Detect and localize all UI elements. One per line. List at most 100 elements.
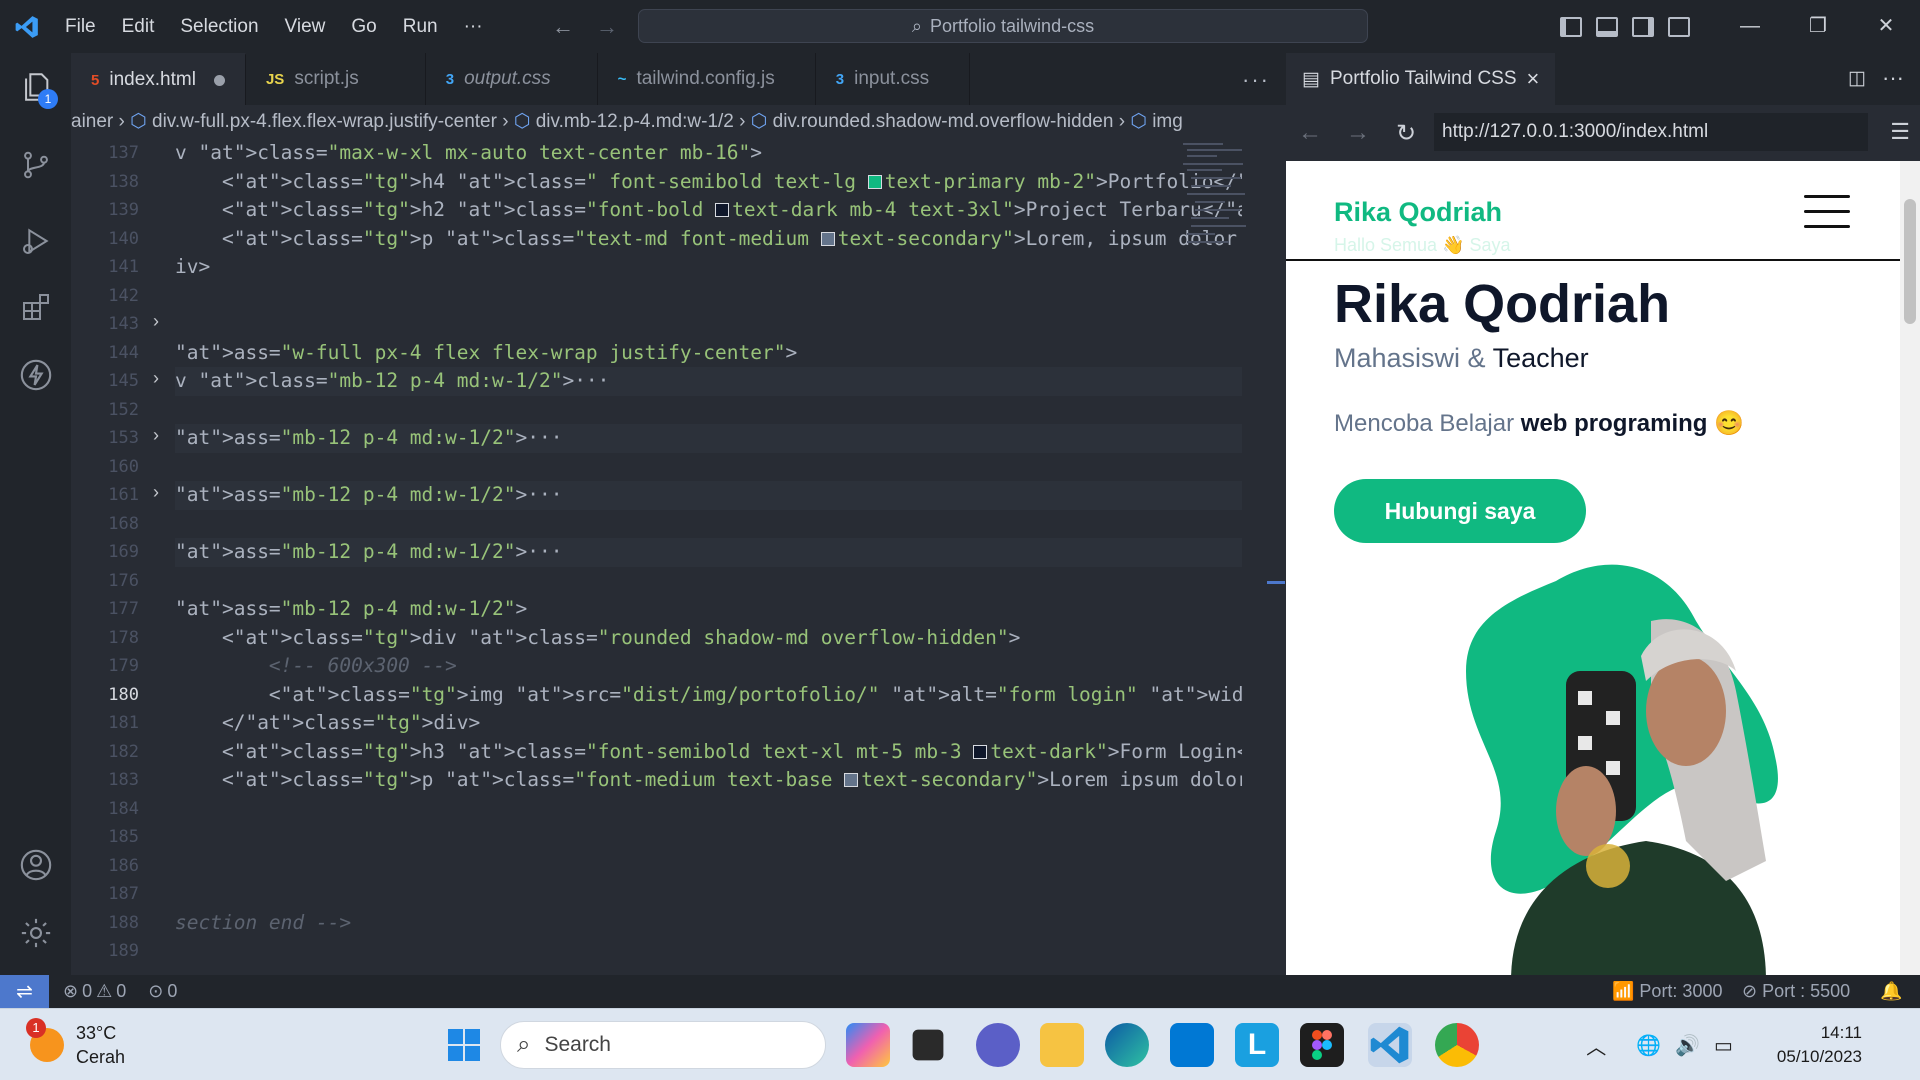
errors-count[interactable]: 0 bbox=[82, 981, 92, 1002]
code-line[interactable]: "at">ass="mb-12 p-4 md:w-1/2">··· bbox=[175, 424, 1242, 453]
windows-start-icon[interactable] bbox=[442, 1023, 486, 1067]
code-line[interactable] bbox=[175, 567, 1242, 596]
code-line[interactable] bbox=[175, 282, 1242, 311]
command-center[interactable]: ⌕ Portfolio tailwind-css bbox=[638, 9, 1368, 43]
ports-count[interactable]: 0 bbox=[167, 981, 177, 1002]
weather-widget[interactable]: 1 33°C Cerah bbox=[26, 1018, 125, 1069]
file-explorer-icon[interactable] bbox=[1040, 1023, 1084, 1067]
menu-run[interactable]: Run bbox=[390, 0, 451, 53]
code-line[interactable] bbox=[175, 852, 1242, 881]
code-line[interactable]: "at">ass="w-full px-4 flex flex-wrap jus… bbox=[175, 339, 1242, 368]
remote-indicator-icon[interactable]: ⇌ bbox=[0, 975, 49, 1008]
ports-icon[interactable]: ⊙ bbox=[148, 981, 163, 1002]
tab-tailwind-config[interactable]: ~ tailwind.config.js bbox=[598, 53, 816, 105]
toggle-panel-icon[interactable] bbox=[1596, 16, 1618, 37]
chevron-up-icon[interactable]: ︿ bbox=[1586, 1031, 1606, 1060]
code-line[interactable] bbox=[175, 510, 1242, 539]
l-app-icon[interactable]: L bbox=[1235, 1023, 1279, 1067]
run-debug-icon[interactable] bbox=[16, 221, 56, 261]
forward-arrow-icon[interactable]: → bbox=[596, 14, 618, 40]
toggle-secondary-sidebar-icon[interactable] bbox=[1632, 16, 1654, 37]
preview-scrollbar[interactable] bbox=[1900, 161, 1920, 975]
taskbar-search[interactable]: ⌕ Search bbox=[500, 1021, 826, 1069]
tab-script-js[interactable]: JS script.js bbox=[246, 53, 426, 105]
teams-chat-icon[interactable] bbox=[976, 1023, 1020, 1067]
code-line[interactable] bbox=[175, 880, 1242, 909]
edge-browser-icon[interactable] bbox=[1105, 1023, 1149, 1067]
settings-gear-icon[interactable] bbox=[16, 913, 56, 953]
breadcrumb-item[interactable]: img bbox=[1152, 111, 1183, 132]
url-field[interactable]: http://127.0.0.1:3000/index.html bbox=[1434, 113, 1868, 151]
tabs-more-button[interactable]: ··· bbox=[1242, 67, 1270, 93]
clock[interactable]: 14:11 05/10/2023 bbox=[1777, 1021, 1862, 1069]
browser-menu-icon[interactable]: ☰ bbox=[1890, 119, 1910, 145]
toggle-primary-sidebar-icon[interactable] bbox=[1560, 16, 1582, 37]
fold-chevron-icon[interactable]: › bbox=[153, 311, 159, 332]
tab-output-css[interactable]: 3 output.css bbox=[426, 53, 598, 105]
browser-forward-icon[interactable]: → bbox=[1334, 119, 1382, 147]
menu-selection[interactable]: Selection bbox=[167, 0, 271, 53]
extensions-icon[interactable] bbox=[16, 287, 56, 327]
notifications-bell-icon[interactable]: 🔔 bbox=[1880, 981, 1902, 1002]
code-line[interactable]: <"at">class="tg">h2 "at">class="font-bol… bbox=[175, 196, 1242, 225]
microsoft-store-icon[interactable] bbox=[1170, 1023, 1214, 1067]
code-line[interactable]: <"at">class="tg">h4 "at">class=" font-se… bbox=[175, 168, 1242, 197]
code-line[interactable]: v "at">class="mb-12 p-4 md:w-1/2">··· bbox=[175, 367, 1242, 396]
code-line[interactable]: "at">ass="mb-12 p-4 md:w-1/2">··· bbox=[175, 538, 1242, 567]
network-globe-icon[interactable]: 🌐 bbox=[1636, 1033, 1661, 1058]
code-line[interactable]: <"at">class="tg">div "at">class="rounded… bbox=[175, 624, 1242, 653]
code-line[interactable]: "at">ass="mb-12 p-4 md:w-1/2">··· bbox=[175, 481, 1242, 510]
code-line[interactable] bbox=[175, 823, 1242, 852]
menu-go[interactable]: Go bbox=[338, 0, 389, 53]
tab-index-html[interactable]: 5 index.html bbox=[71, 53, 246, 105]
errors-icon[interactable]: ⊗ bbox=[63, 981, 78, 1002]
code-line[interactable]: </"at">class="tg">div> bbox=[175, 709, 1242, 738]
code-line[interactable]: <"at">class="tg">h3 "at">class="font-sem… bbox=[175, 738, 1242, 767]
customize-layout-icon[interactable] bbox=[1668, 16, 1690, 37]
code-line[interactable]: <"at">class="tg">p "at">class="text-md f… bbox=[175, 225, 1242, 254]
code-line[interactable]: <"at">class="tg">img "at">src="dist/img/… bbox=[175, 681, 1242, 710]
source-control-icon[interactable] bbox=[16, 145, 56, 185]
code-lines[interactable]: v "at">class="max-w-xl mx-auto text-cent… bbox=[175, 139, 1242, 966]
tab-input-css[interactable]: 3 input.css bbox=[816, 53, 971, 105]
code-line[interactable]: <!-- 600x300 --> bbox=[175, 652, 1242, 681]
fold-chevron-icon[interactable]: › bbox=[153, 368, 159, 389]
minimap[interactable] bbox=[1181, 139, 1271, 259]
task-view-icon[interactable] bbox=[912, 1029, 944, 1061]
menu-view[interactable]: View bbox=[272, 0, 339, 53]
code-line[interactable]: section end --> bbox=[175, 909, 1242, 938]
battery-icon[interactable]: ▭ bbox=[1714, 1033, 1733, 1058]
split-editor-icon[interactable]: ◫ bbox=[1848, 67, 1866, 90]
volume-icon[interactable]: 🔊 bbox=[1675, 1033, 1700, 1058]
code-line[interactable]: "at">ass="mb-12 p-4 md:w-1/2"> bbox=[175, 595, 1242, 624]
hamburger-menu-icon[interactable] bbox=[1804, 195, 1850, 240]
code-editor[interactable]: 137 138 139 140 141 142 143 144 145 152 153 160 161 1… bbox=[71, 139, 1286, 975]
thunder-client-icon[interactable] bbox=[16, 355, 56, 395]
breadcrumb-item[interactable]: div.w-full.px-4.flex.flex-wrap.justify-c… bbox=[152, 111, 497, 132]
breadcrumb-item[interactable]: div.rounded.shadow-md.overflow-hidden bbox=[773, 111, 1114, 132]
code-line[interactable]: v "at">class="max-w-xl mx-auto text-cent… bbox=[175, 139, 1242, 168]
menu-edit[interactable]: Edit bbox=[109, 0, 168, 53]
fold-chevron-icon[interactable]: › bbox=[153, 425, 159, 446]
breadcrumb-item[interactable]: div.mb-12.p-4.md:w-1/2 bbox=[536, 111, 734, 132]
breadcrumb-item[interactable]: ainer bbox=[71, 111, 113, 132]
code-line[interactable]: <"at">class="tg">p "at">class="font-medi… bbox=[175, 766, 1242, 795]
vscode-taskbar-icon[interactable] bbox=[1368, 1023, 1412, 1067]
server-port[interactable]: ⊘ Port : 5500 bbox=[1742, 981, 1850, 1002]
code-line[interactable] bbox=[175, 795, 1242, 824]
code-line[interactable] bbox=[175, 396, 1242, 425]
fold-chevron-icon[interactable]: › bbox=[153, 482, 159, 503]
accounts-icon[interactable] bbox=[16, 845, 56, 885]
warnings-count[interactable]: 0 bbox=[116, 981, 126, 1002]
menu-more[interactable]: ··· bbox=[451, 0, 496, 53]
menu-file[interactable]: File bbox=[53, 0, 109, 53]
live-server-port[interactable]: 📶 Port: 3000 bbox=[1612, 981, 1722, 1002]
reload-icon[interactable]: ↻ bbox=[1382, 119, 1430, 148]
back-arrow-icon[interactable]: ← bbox=[552, 14, 574, 40]
close-icon[interactable]: × bbox=[1527, 66, 1540, 92]
warnings-icon[interactable]: ⚠ bbox=[96, 981, 112, 1002]
code-line[interactable]: iv> bbox=[175, 253, 1242, 282]
scrollbar-thumb[interactable] bbox=[1904, 199, 1916, 324]
close-button[interactable]: ✕ bbox=[1852, 0, 1920, 53]
contact-button[interactable]: Hubungi saya bbox=[1334, 479, 1586, 543]
